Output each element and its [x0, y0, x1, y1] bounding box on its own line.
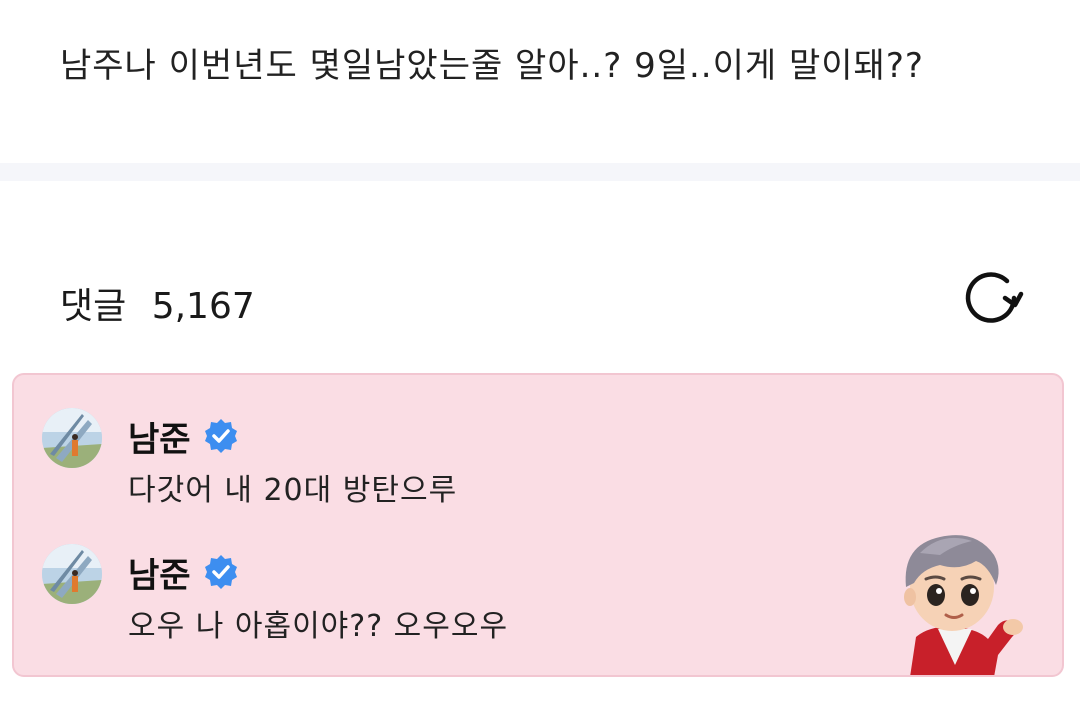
post-body: 남주나 이번년도 몇일남았는줄 알아..? 9일..이게 말이돼?? [0, 0, 1080, 163]
verified-badge-icon [204, 419, 237, 453]
author-row: 남준 [128, 549, 239, 595]
avatar-image [42, 544, 102, 604]
comment-item: 남준 오우 나 아홉이야?? 오우오우 [14, 539, 1014, 659]
section-divider [0, 163, 1080, 181]
author-name[interactable]: 남준 [128, 548, 191, 597]
verified-badge-icon [204, 555, 237, 589]
comments-count: 5,167 [151, 286, 255, 327]
character-sticker [904, 535, 1023, 675]
comments-header: 댓글 5,167 [0, 181, 1080, 371]
comments-count-label: 댓글 5,167 [60, 277, 255, 329]
avatar[interactable] [42, 544, 102, 604]
author-row: 남준 [128, 413, 239, 459]
avatar-image [42, 408, 102, 468]
author-name[interactable]: 남준 [128, 412, 191, 461]
comments-label-text: 댓글 [60, 286, 127, 327]
avatar[interactable] [42, 408, 102, 468]
comment-text: 오우 나 아홉이야?? 오우오우 [128, 609, 509, 644]
refresh-icon [965, 272, 1024, 323]
comment-item: 남준 다갓어 내 20대 방탄으루 [14, 403, 1014, 523]
post-text: 남주나 이번년도 몇일남았는줄 알아..? 9일..이게 말이돼?? [60, 46, 924, 86]
comment-text: 다갓어 내 20대 방탄으루 [128, 473, 458, 508]
refresh-button[interactable] [958, 265, 1024, 331]
comment-card: 남준 다갓어 내 20대 방탄으루 남준 오우 나 아홉이야?? 오우오우 [12, 373, 1064, 677]
